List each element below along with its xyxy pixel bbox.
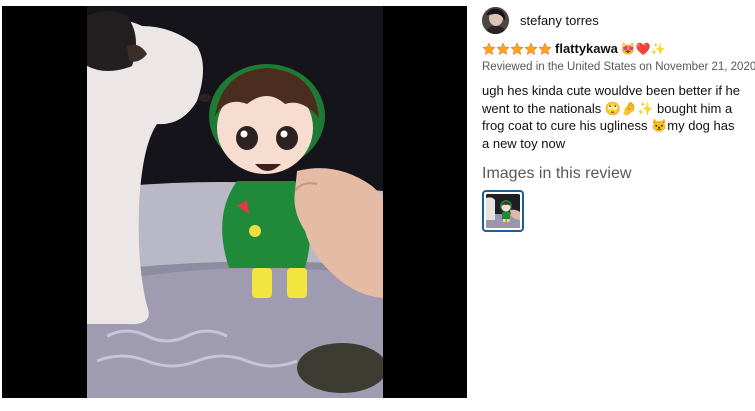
avatar[interactable] <box>482 6 509 34</box>
star-icon <box>496 41 510 55</box>
star-rating[interactable] <box>482 41 552 56</box>
review-photo <box>87 6 383 398</box>
thumbnail-image <box>486 194 520 228</box>
review-image-thumbnail[interactable] <box>482 190 524 232</box>
reviewer-name[interactable]: stefany torres <box>520 13 599 28</box>
review-panel: stefany torres flattykawa 😻❤️✨ Reviewed … <box>482 6 755 232</box>
images-heading: Images in this review <box>482 165 632 182</box>
star-icon <box>524 41 538 55</box>
star-icon <box>510 41 524 55</box>
star-icon <box>538 41 552 55</box>
rating-row: flattykawa 😻❤️✨ <box>482 40 750 57</box>
review-title-emoji: 😻❤️✨ <box>620 41 666 56</box>
review-title[interactable]: flattykawa <box>555 41 618 56</box>
review-body: ugh hes kinda cute wouldve been better i… <box>482 83 741 151</box>
reviewer-profile[interactable]: stefany torres <box>482 6 750 34</box>
star-icon <box>482 41 496 55</box>
review-date: Reviewed in the United States on Novembe… <box>482 61 755 73</box>
review-image-viewer <box>2 6 467 398</box>
